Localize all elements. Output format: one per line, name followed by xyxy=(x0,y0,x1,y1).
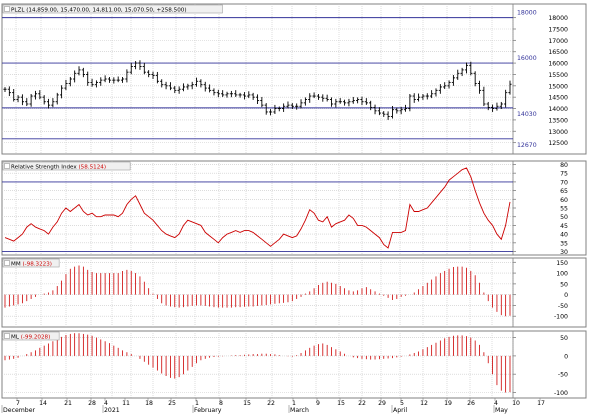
legend-text: Relative Strength Index (58.5124) xyxy=(11,164,106,170)
x-tick-label: 26 xyxy=(467,400,475,407)
y-tick-label: -100 xyxy=(554,314,568,321)
x-tick-label: 22 xyxy=(358,400,366,407)
x-tick-label: 1 xyxy=(292,400,296,407)
panel-mm: -100 -50 0 50 100 150 MM (-98.3223) xyxy=(1,257,587,328)
y-tick-label: 0 xyxy=(564,292,568,299)
level-label: 16000 xyxy=(517,55,537,62)
y-tick-label: 65 xyxy=(560,188,568,195)
x-tick-label: 12 xyxy=(420,400,428,407)
x-tick-label: 1 xyxy=(195,400,199,407)
x-month-label: February xyxy=(194,407,222,414)
x-month-label: 2021 xyxy=(104,407,120,414)
x-tick-label: 22 xyxy=(267,400,275,407)
y-tick-label: -50 xyxy=(558,303,568,310)
x-tick-label: 15 xyxy=(243,400,251,407)
y-tick-label: 17500 xyxy=(548,27,568,34)
y-tick-label: 150 xyxy=(556,260,568,267)
y-tick-label: 15500 xyxy=(548,72,568,79)
y-tick-label: 50 xyxy=(560,335,568,342)
panel-legend: ML (-99.2028) xyxy=(2,331,60,341)
y-tick-label: 16000 xyxy=(548,61,568,68)
level-label: 18000 xyxy=(517,10,537,17)
x-tick-label: 17 xyxy=(537,400,545,407)
y-tick-label: 0 xyxy=(564,353,568,360)
x-tick-label: 18 xyxy=(145,400,153,407)
x-tick-label: 29 xyxy=(378,400,386,407)
y-tick-label: 80 xyxy=(560,162,568,169)
level-label: 14030 xyxy=(517,111,537,118)
legend-checkbox-icon xyxy=(4,333,10,339)
x-axis: 7 14 21 28 4 11 18 25 1 8 15 22 1 9 15 22 29 5 12 19 26 4 10 17… xyxy=(1,397,586,414)
x-tick-label: 14 xyxy=(39,400,47,407)
y-tick-label: 14500 xyxy=(548,95,568,102)
x-tick-label: 15 xyxy=(337,400,345,407)
panel-legend: PLZL (14,859.00, 15,470.00, 14,811.00, 1… xyxy=(2,4,223,13)
x-tick-label: 7 xyxy=(16,400,20,407)
y-tick-label: -100 xyxy=(554,390,568,397)
y-tick-label: 12500 xyxy=(548,140,568,147)
x-tick-label: 4 xyxy=(494,400,498,407)
y-tick-label: 35 xyxy=(560,240,568,247)
y-tick-label: 18000 xyxy=(548,15,568,22)
panel-frame xyxy=(1,330,587,399)
y-tick-label: 17000 xyxy=(548,38,568,45)
chart-root: 1250013000135001400014500150001550016000… xyxy=(1,3,587,414)
y-tick-label: 45 xyxy=(560,223,568,230)
y-tick-label: 14000 xyxy=(548,106,568,113)
x-tick-label: 11 xyxy=(122,400,130,407)
legend-checkbox-icon xyxy=(4,163,10,169)
x-tick-label: 25 xyxy=(168,400,176,407)
panel-ml: -100 -50 0 50 ML (-99.2028) xyxy=(1,330,587,399)
x-month-label: March xyxy=(290,407,309,414)
y-tick-label: 55 xyxy=(560,206,568,213)
x-tick-label: 5 xyxy=(400,400,404,407)
x-month-label: December xyxy=(3,407,36,414)
x-tick-label: 4 xyxy=(104,400,108,407)
y-tick-label: 70 xyxy=(560,179,568,186)
legend-text: ML (-99.2028) xyxy=(11,334,50,340)
x-tick-label: 9 xyxy=(316,400,320,407)
legend-text: PLZL (14,859.00, 15,470.00, 14,811.00, 1… xyxy=(11,7,187,13)
y-tick-label: 40 xyxy=(560,232,568,239)
x-month-label: April xyxy=(393,407,407,414)
x-tick-label: 10 xyxy=(512,400,520,407)
legend-text: MM (-98.3223) xyxy=(11,261,52,267)
x-tick-label: 8 xyxy=(219,400,223,407)
y-tick-label: 13000 xyxy=(548,129,568,136)
y-tick-label: -50 xyxy=(558,372,568,379)
y-tick-label: 50 xyxy=(560,214,568,221)
x-tick-label: 28 xyxy=(88,400,96,407)
x-tick-label: 21 xyxy=(64,400,72,407)
level-label: 12670 xyxy=(517,142,537,149)
legend-checkbox-icon xyxy=(4,6,10,12)
panel-price: 12500 13000 13500 14000 14500 15000 15500 16000… xyxy=(1,3,587,155)
panel-rsi: 3035404550556065707580Relative Strength … xyxy=(1,160,587,256)
y-tick-label: 60 xyxy=(560,197,568,204)
legend-checkbox-icon xyxy=(4,260,10,266)
y-tick-label: 13500 xyxy=(548,117,568,124)
y-tick-label: 50 xyxy=(560,281,568,288)
x-month-label: May xyxy=(495,407,508,414)
y-tick-label: 15000 xyxy=(548,83,568,90)
panel-legend: MM (-98.3223) xyxy=(2,258,60,268)
x-tick-label: 19 xyxy=(444,400,452,407)
panel-legend: Relative Strength Index (58.5124) xyxy=(2,161,131,170)
y-tick-label: 75 xyxy=(560,171,568,178)
y-tick-label: 30 xyxy=(560,249,568,256)
y-tick-label: 16500 xyxy=(548,49,568,56)
y-tick-label: 100 xyxy=(556,271,568,278)
panel-frame xyxy=(1,257,587,328)
